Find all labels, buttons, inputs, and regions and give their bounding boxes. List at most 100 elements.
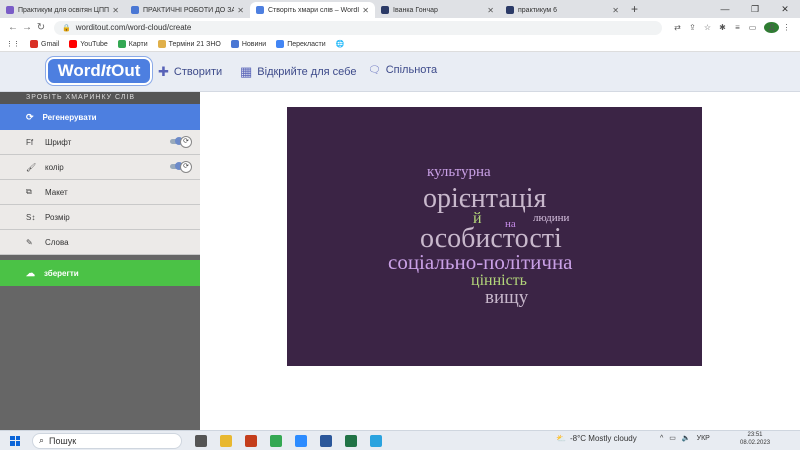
browser-tab[interactable]: ПРАКТИЧНІ РОБОТИ ДО ЗАНЯТ✕: [125, 2, 250, 18]
window-controls: — ❐ ✕: [710, 0, 800, 18]
layout-icon: ⧉: [26, 187, 32, 196]
cloud-icon: [256, 6, 264, 14]
editor-sidebar: ЗРОБІТЬ ХМАРИНКУ СЛІВ ⟳ Регенерувати Ff Ш…: [0, 92, 200, 430]
nav-community[interactable]: 🗨 Спільнота: [368, 64, 437, 76]
chrome-icon[interactable]: [270, 434, 282, 447]
bookmark-item[interactable]: Перекласти: [276, 40, 326, 48]
extensions-icon[interactable]: ✱: [715, 23, 730, 32]
cloud-word: вищу: [485, 287, 529, 308]
rotate-icon[interactable]: ⟳: [180, 136, 192, 148]
word-cloud-canvas[interactable]: культурна орієнтація й на людини особистості с…: [287, 107, 702, 366]
sidebar-item-label: Шрифт: [45, 137, 72, 147]
sidebar-item-palette[interactable]: 🖌 колір ⟳: [0, 155, 200, 180]
translate-icon[interactable]: ⇄: [670, 23, 685, 32]
close-tab-icon[interactable]: ✕: [612, 6, 619, 15]
forward-icon[interactable]: →: [20, 22, 34, 33]
url-text: worditout.com/word-cloud/create: [75, 23, 192, 32]
bookmark-item[interactable]: Gmail: [30, 40, 59, 48]
close-tab-icon[interactable]: ✕: [362, 6, 369, 15]
logo-out: Out: [111, 61, 141, 80]
new-tab-button[interactable]: +: [631, 2, 638, 16]
excel-icon[interactable]: [345, 434, 357, 447]
explorer-icon[interactable]: [220, 434, 232, 447]
sidebar-item-label: Слова: [45, 237, 69, 247]
powerpoint-icon[interactable]: [245, 434, 257, 447]
nav-discover-label: Відкрийте для себе: [257, 66, 357, 78]
bookmark-favicon-icon: [157, 40, 166, 48]
profile-avatar[interactable]: Д: [764, 22, 779, 33]
bookmark-favicon-icon: [117, 40, 126, 48]
browser-tab[interactable]: Іванка Гончар ✕: [375, 2, 500, 18]
browser-tab[interactable]: Практикум для освітян ЦПП (VI)✕: [0, 2, 125, 18]
nav-create[interactable]: ✚ Створити: [158, 64, 222, 80]
tab-title: Створіть хмари слів – WordItOut: [268, 6, 360, 14]
speaker-icon[interactable]: 🔈: [682, 434, 691, 442]
lock-icon: 🔒: [62, 24, 71, 32]
globe-icon[interactable]: 🌐: [336, 40, 345, 48]
refresh-icon: ⟳: [26, 111, 34, 122]
bookmark-item[interactable]: Карти: [117, 40, 148, 48]
mh-icon: [506, 6, 514, 14]
star-icon[interactable]: ☆: [700, 23, 715, 32]
bookmark-label: Перекласти: [287, 40, 326, 48]
bookmark-item[interactable]: Терміни 21 ЗНО: [157, 40, 221, 48]
bookmark-item[interactable]: Новини: [230, 40, 266, 48]
back-icon[interactable]: ←: [6, 22, 20, 33]
task-view-icon[interactable]: [195, 434, 207, 447]
mh-icon: [381, 6, 389, 14]
close-tab-icon[interactable]: ✕: [112, 6, 119, 15]
sidebar-icon[interactable]: ▭: [745, 23, 760, 32]
maximize-icon[interactable]: ❐: [740, 0, 770, 18]
bookmark-label: Терміни 21 ЗНО: [168, 40, 221, 48]
clock-date: 08.02.2023: [740, 440, 771, 446]
browser-tab[interactable]: практикум 6 ✕: [500, 2, 625, 18]
reload-icon[interactable]: ↻: [34, 22, 48, 33]
apps-grid-icon[interactable]: ⋮⋮: [6, 40, 20, 48]
bookmark-favicon-icon: [69, 40, 78, 48]
rotate-icon[interactable]: ⟳: [180, 161, 192, 173]
grid-icon: ▦: [240, 64, 253, 79]
sidebar-item-edit[interactable]: ✎ Слова: [0, 230, 200, 255]
telegram-icon[interactable]: [370, 434, 382, 447]
close-window-icon[interactable]: ✕: [770, 0, 800, 18]
weather-widget[interactable]: ⛅ -8°C Mostly cloudy: [556, 434, 637, 443]
sidebar-item-label: Розмір: [45, 212, 70, 222]
close-tab-icon[interactable]: ✕: [237, 6, 244, 15]
bookmark-favicon-icon: [30, 40, 38, 48]
edit-icon: ✎: [26, 237, 33, 247]
weather-text: -8°C Mostly cloudy: [569, 434, 637, 443]
palette-icon: 🖌: [26, 162, 37, 172]
language-indicator[interactable]: УКР: [697, 435, 710, 442]
taskbar-search[interactable]: ⌕ Пошук: [32, 432, 182, 449]
sidebar-item-size[interactable]: S↕ Розмір: [0, 205, 200, 230]
minimize-icon[interactable]: —: [710, 0, 740, 18]
clock[interactable]: 23:51 08.02.2023: [740, 431, 770, 447]
word-icon[interactable]: [320, 434, 332, 447]
tab-title: Практикум для освітян ЦПП (VI): [18, 6, 110, 14]
nav-discover[interactable]: ▦ Відкрийте для себе: [240, 64, 356, 80]
tab-title: ПРАКТИЧНІ РОБОТИ ДО ЗАНЯТ: [143, 6, 235, 14]
tab-title: практикум 6: [518, 6, 558, 14]
share-icon[interactable]: ⇪: [685, 23, 700, 32]
address-bar-row: ← → ↻ 🔒 worditout.com/word-cloud/create …: [0, 18, 800, 37]
url-field[interactable]: 🔒 worditout.com/word-cloud/create: [54, 20, 662, 35]
browser-tab[interactable]: Створіть хмари слів – WordItOut✕: [250, 2, 375, 18]
bookmark-item[interactable]: YouTube: [69, 40, 108, 48]
nav-create-label: Створити: [173, 66, 223, 78]
windows-start-icon[interactable]: [10, 435, 20, 446]
regenerate-button[interactable]: ⟳ Регенерувати: [0, 104, 200, 130]
reading-list-icon[interactable]: ≡: [730, 23, 745, 32]
sidebar-item-font[interactable]: Ff Шрифт ⟳: [0, 130, 200, 155]
menu-icon[interactable]: ⋮: [779, 23, 794, 32]
save-button[interactable]: ☁ зберегти: [0, 260, 200, 286]
plus-icon: ✚: [158, 64, 169, 79]
close-tab-icon[interactable]: ✕: [487, 6, 494, 15]
chevron-up-icon[interactable]: ^: [660, 435, 663, 442]
sidebar-item-label: колір: [45, 162, 64, 172]
zoom-icon[interactable]: [295, 434, 307, 447]
worditout-logo[interactable]: WordItOut: [46, 57, 152, 85]
network-icon[interactable]: ▭: [669, 434, 676, 442]
doc-icon: [131, 6, 139, 14]
logo-word: Word: [57, 61, 101, 80]
sidebar-item-layout[interactable]: ⧉ Макет: [0, 180, 200, 205]
